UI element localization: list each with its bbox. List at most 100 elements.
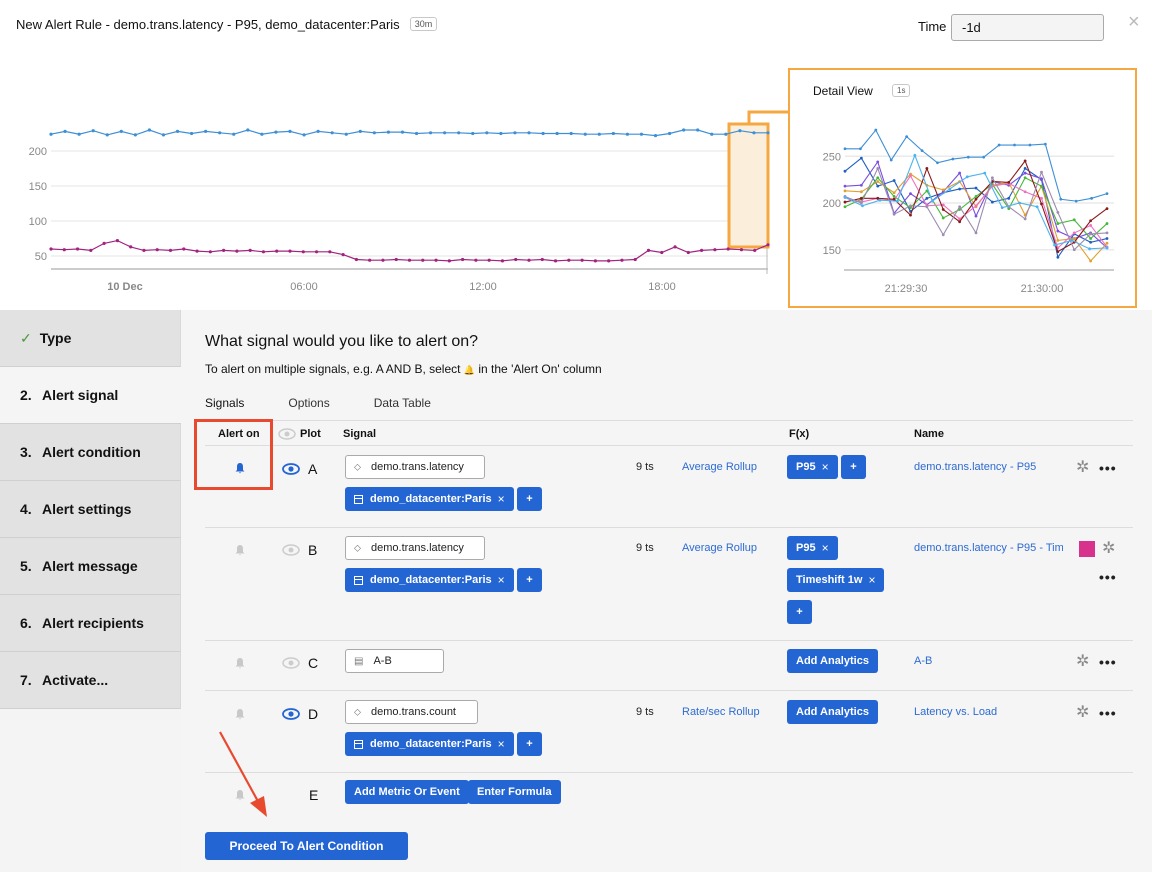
remove-icon[interactable]: × <box>498 492 505 506</box>
step-number: 4. <box>20 501 32 517</box>
tab-options[interactable]: Options <box>288 396 329 410</box>
tab-signals[interactable]: Signals <box>205 396 244 410</box>
rollup-link[interactable]: Average Rollup <box>682 461 757 473</box>
signal-input[interactable]: ⬦ demo.trans.latency <box>345 455 485 479</box>
eye-icon[interactable] <box>278 428 296 440</box>
add-metric-or-event-button[interactable]: Add Metric Or Event <box>345 780 469 804</box>
step-alert-settings[interactable]: 4. Alert settings <box>0 481 181 538</box>
data-point <box>527 131 531 135</box>
remove-icon[interactable]: × <box>498 573 505 587</box>
signal-input[interactable]: ⬦ demo.trans.latency <box>345 536 485 560</box>
function-chip-p95[interactable]: P95 × <box>787 455 838 479</box>
data-point <box>246 128 250 132</box>
alert-on-bell-icon[interactable] <box>234 657 246 669</box>
alert-on-bell-icon[interactable] <box>234 708 246 720</box>
divider <box>205 445 1133 446</box>
data-point <box>381 258 385 262</box>
step-number: 7. <box>20 672 32 688</box>
add-analytics-button[interactable]: Add Analytics <box>787 700 878 724</box>
data-point <box>168 248 173 252</box>
step-alert-recipients[interactable]: 6. Alert recipients <box>0 595 181 652</box>
step-alert-condition[interactable]: 3. Alert condition <box>0 424 181 481</box>
filter-chip[interactable]: demo_datacenter:Paris × <box>345 732 514 756</box>
section-hint: To alert on multiple signals, e.g. A AND… <box>205 362 602 376</box>
filter-chip[interactable]: demo_datacenter:Paris × <box>345 568 514 592</box>
function-label: P95 <box>796 461 816 473</box>
gear-icon[interactable]: ✲ <box>1076 705 1089 721</box>
formula-input[interactable]: ▤ A-B <box>345 649 444 673</box>
filter-icon <box>354 575 363 585</box>
data-point <box>63 129 67 133</box>
y-tick-label: 150 <box>29 181 47 193</box>
data-point <box>133 133 137 137</box>
plot-visible-eye-icon[interactable] <box>282 463 300 475</box>
column-plot: Plot <box>300 428 321 440</box>
data-point <box>713 248 717 252</box>
tab-data-table[interactable]: Data Table <box>374 396 431 410</box>
remove-icon[interactable]: × <box>498 737 505 751</box>
function-chip-p95[interactable]: P95 × <box>787 536 838 560</box>
column-signal: Signal <box>343 428 377 440</box>
data-point <box>540 257 544 262</box>
remove-icon[interactable]: × <box>868 573 875 587</box>
add-filter-button[interactable]: + <box>517 487 542 511</box>
more-options-icon[interactable]: ••• <box>1099 655 1117 669</box>
signal-name-link[interactable]: Latency vs. Load <box>914 706 1064 718</box>
rollup-link[interactable]: Rate/sec Rollup <box>682 706 760 718</box>
data-point <box>633 257 637 262</box>
data-point <box>49 247 53 251</box>
step-number: 2. <box>20 387 32 403</box>
data-point <box>235 249 239 253</box>
data-point <box>248 248 252 252</box>
more-options-icon[interactable]: ••• <box>1099 706 1117 720</box>
data-point <box>513 131 517 135</box>
add-function-button[interactable]: + <box>787 600 812 624</box>
enter-formula-button[interactable]: Enter Formula <box>468 780 561 804</box>
signal-name-link[interactable]: demo.trans.latency - P95 - Timeshift 1w <box>914 542 1063 554</box>
remove-icon[interactable]: × <box>822 541 829 555</box>
step-type[interactable]: ✓ Type <box>0 310 181 367</box>
rollup-link[interactable]: Average Rollup <box>682 542 757 554</box>
signal-letter: D <box>308 706 319 722</box>
plot-visible-eye-icon[interactable] <box>282 708 300 720</box>
color-swatch[interactable] <box>1079 541 1095 557</box>
alert-on-bell-icon[interactable] <box>234 544 246 556</box>
signal-input[interactable]: ⬦ demo.trans.count <box>345 700 478 724</box>
function-chip-timeshift[interactable]: Timeshift 1w × <box>787 568 885 592</box>
signal-name-link[interactable]: A-B <box>914 655 1064 667</box>
x-tick-label: 10 Dec <box>107 281 142 293</box>
gear-icon[interactable]: ✲ <box>1076 654 1089 670</box>
step-alert-message[interactable]: 5. Alert message <box>0 538 181 595</box>
proceed-to-alert-condition-button[interactable]: Proceed To Alert Condition <box>205 832 408 860</box>
data-point <box>514 257 518 262</box>
data-point <box>261 250 266 254</box>
add-analytics-button[interactable]: Add Analytics <box>787 649 878 673</box>
detail-resolution-badge: 1s <box>892 84 911 97</box>
gear-icon[interactable]: ✲ <box>1076 460 1089 476</box>
gear-icon[interactable]: ✲ <box>1102 541 1115 557</box>
add-filter-button[interactable]: + <box>517 568 542 592</box>
add-function-button[interactable]: + <box>841 455 866 479</box>
signal-name-link[interactable]: demo.trans.latency - P95 <box>914 461 1064 473</box>
data-point <box>726 247 730 251</box>
signal-letter: E <box>309 787 319 803</box>
step-activate[interactable]: 7. Activate... <box>0 652 181 709</box>
add-filter-button[interactable]: + <box>517 732 542 756</box>
remove-icon[interactable]: × <box>822 460 829 474</box>
signal-value: demo.trans.latency <box>371 461 464 473</box>
more-options-icon[interactable]: ••• <box>1099 570 1117 584</box>
data-point <box>394 257 398 262</box>
data-point <box>204 129 208 133</box>
filter-chip[interactable]: demo_datacenter:Paris × <box>345 487 514 511</box>
data-point <box>555 131 559 136</box>
step-alert-signal[interactable]: 2. Alert signal <box>0 367 181 424</box>
plot-hidden-eye-icon[interactable] <box>282 544 300 556</box>
data-point <box>288 249 292 253</box>
more-options-icon[interactable]: ••• <box>1099 461 1117 475</box>
data-point <box>260 132 264 136</box>
plot-hidden-eye-icon[interactable] <box>282 657 300 669</box>
check-icon: ✓ <box>20 329 32 346</box>
filter-label: demo_datacenter:Paris <box>370 738 492 750</box>
data-point <box>682 128 686 132</box>
data-point <box>400 130 405 134</box>
